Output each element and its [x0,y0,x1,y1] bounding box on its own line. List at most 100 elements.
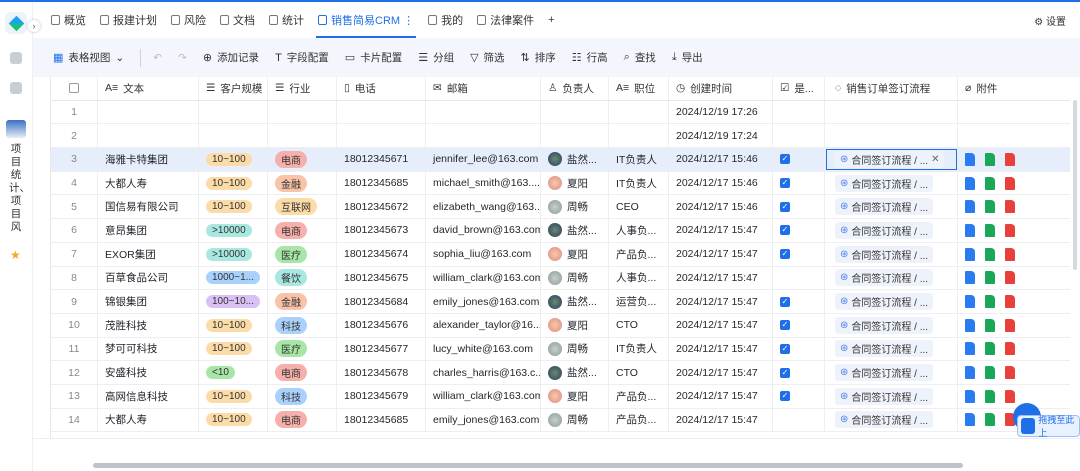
position-cell[interactable]: 产品负... [609,384,669,408]
table-row[interactable]: 10 茂胜科技 10~100 科技 18012345676 alexander_taylo… [51,313,1070,338]
pdf-file-icon[interactable] [1005,152,1015,166]
tab-3[interactable]: 文档 [220,2,255,38]
pdf-file-icon[interactable] [1005,366,1015,380]
column-header[interactable]: ▯ 电话 [337,77,426,100]
column-header[interactable]: ◷ 创建时间 [669,77,773,100]
customer-scale-cell[interactable]: <10 [199,361,268,384]
table-row[interactable]: 5 国信易有限公司 10~100 互联网 18012345672 elizabeth_wa… [51,195,1070,220]
position-cell[interactable]: CTO [609,313,669,337]
doc-file-icon[interactable] [965,152,975,166]
tab-4[interactable]: 统计 [269,2,304,38]
phone-cell[interactable]: 18012345685 [337,408,426,432]
email-cell[interactable]: alexander_taylor@16... [426,313,541,337]
customer-scale-cell[interactable]: 10~100 [199,337,268,361]
checkbox-checked[interactable]: ✓ [780,320,790,331]
owner-cell[interactable]: 周畅 [541,337,609,361]
owner-cell[interactable]: 周畅 [541,195,609,219]
sheet-file-icon[interactable] [985,176,995,190]
flag-cell[interactable]: ✓ [773,337,825,361]
company-name-cell[interactable]: 大都人寿 [98,408,199,432]
pdf-file-icon[interactable] [1005,295,1015,309]
pdf-file-icon[interactable] [1005,247,1015,261]
customer-scale-cell[interactable]: 100~10... [199,290,268,313]
select-all-cell[interactable] [51,77,98,100]
sheet-file-icon[interactable] [985,366,995,380]
attachments-cell[interactable] [958,219,1070,242]
email-cell[interactable]: elizabeth_wang@163... [426,195,541,219]
position-cell[interactable]: 运营负... [609,290,669,313]
company-name-cell[interactable]: 大都人寿 [98,171,199,195]
attachments-cell[interactable] [958,267,1070,290]
sheet-file-icon[interactable] [985,295,995,309]
sales-flow-cell[interactable] [825,100,958,124]
settings-button[interactable]: ⚙ 设置 [1034,13,1066,28]
sheet-file-icon[interactable] [985,247,995,261]
industry-cell[interactable]: 科技 [268,313,337,337]
email-cell[interactable]: charles_harris@163.c... [426,361,541,384]
sales-flow-cell[interactable]: ⊛ 合同签订流程 / ... [825,195,958,219]
sheet-file-icon[interactable] [985,152,995,166]
owner-cell[interactable]: 夏阳 [541,313,609,337]
checkbox-checked[interactable]: ✓ [780,391,790,402]
phone-cell[interactable]: 18012345685 [337,171,426,195]
doc-file-icon[interactable] [965,200,975,214]
email-cell[interactable] [426,100,541,124]
customer-scale-cell[interactable] [199,124,268,148]
sheet-file-icon[interactable] [985,223,995,237]
vertical-scrollbar[interactable] [1073,100,1077,270]
star-icon[interactable]: ★ [10,248,21,262]
checkbox-checked[interactable]: ✓ [780,178,790,189]
app-logo[interactable] [5,12,27,34]
flag-cell[interactable] [773,266,825,290]
sales-flow-cell[interactable] [825,124,958,148]
customer-scale-cell[interactable]: 1000~1... [199,266,268,290]
folder-icon[interactable] [10,82,22,94]
table-row[interactable]: 9 锦银集团 100~10... 金融 18012345684 emily_jones@1… [51,290,1070,314]
pdf-file-icon[interactable] [1005,223,1015,237]
flag-cell[interactable]: ✓ [773,290,825,313]
table-row[interactable]: 8 百草食品公司 1000~1... 餐饮 18012345675 william_cla… [51,266,1070,291]
checkbox-checked[interactable]: ✓ [780,249,790,260]
position-cell[interactable]: 人事负... [609,266,669,290]
doc-file-icon[interactable] [965,389,975,403]
email-cell[interactable]: david_brown@163.com [426,219,541,242]
customer-scale-cell[interactable]: 10~100 [199,195,268,219]
expand-sidebar-button[interactable]: › [28,20,40,32]
industry-cell[interactable]: 医疗 [268,337,337,361]
company-name-cell[interactable]: 百草食品公司 [98,266,199,290]
sales-flow-cell[interactable]: ⊛ 合同签订流程 / ... [825,337,958,361]
sheet-file-icon[interactable] [985,413,995,427]
industry-cell[interactable]: 电商 [268,219,337,242]
horizontal-scrollbar[interactable] [93,463,963,468]
email-cell[interactable]: jennifer_lee@163.com [426,148,541,171]
attachments-cell[interactable] [958,148,1070,171]
checkbox-checked[interactable]: ✓ [780,201,790,212]
select-all-checkbox[interactable] [69,83,79,94]
customer-scale-cell[interactable]: 10~100 [199,313,268,337]
industry-cell[interactable] [268,100,337,124]
tab-7[interactable]: 法律案件 [477,2,534,38]
position-cell[interactable] [609,124,669,148]
sales-flow-cell[interactable]: ⊛ 合同签订流程 / ... [825,384,958,408]
doc-file-icon[interactable] [965,176,975,190]
industry-cell[interactable]: 金融 [268,290,337,313]
toolbar-5-button[interactable]: ⇅ 排序 [521,50,556,65]
phone-cell[interactable] [337,100,426,124]
phone-cell[interactable] [337,124,426,148]
flag-cell[interactable]: ✓ [773,219,825,242]
sales-flow-cell[interactable]: ⊛ 合同签订流程 / ... [825,266,958,290]
table-row[interactable]: 11 梦可可科技 10~100 医疗 18012345677 lucy_white@163… [51,337,1070,362]
flag-cell[interactable] [773,100,825,124]
column-header[interactable]: ◌ 销售订单签订流程 [825,77,958,100]
sheet-file-icon[interactable] [985,200,995,214]
email-cell[interactable]: sophia_liu@163.com [426,242,541,266]
industry-cell[interactable]: 互联网 [268,195,337,219]
phone-cell[interactable]: 18012345679 [337,384,426,408]
phone-cell[interactable]: 18012345672 [337,195,426,219]
doc-file-icon[interactable] [965,271,975,285]
remove-icon[interactable]: ✕ [931,154,939,165]
sheet-file-icon[interactable] [985,389,995,403]
owner-cell[interactable] [541,100,609,124]
company-name-cell[interactable]: EXOR集团 [98,242,199,266]
undo-button[interactable]: ↶ [153,52,162,64]
